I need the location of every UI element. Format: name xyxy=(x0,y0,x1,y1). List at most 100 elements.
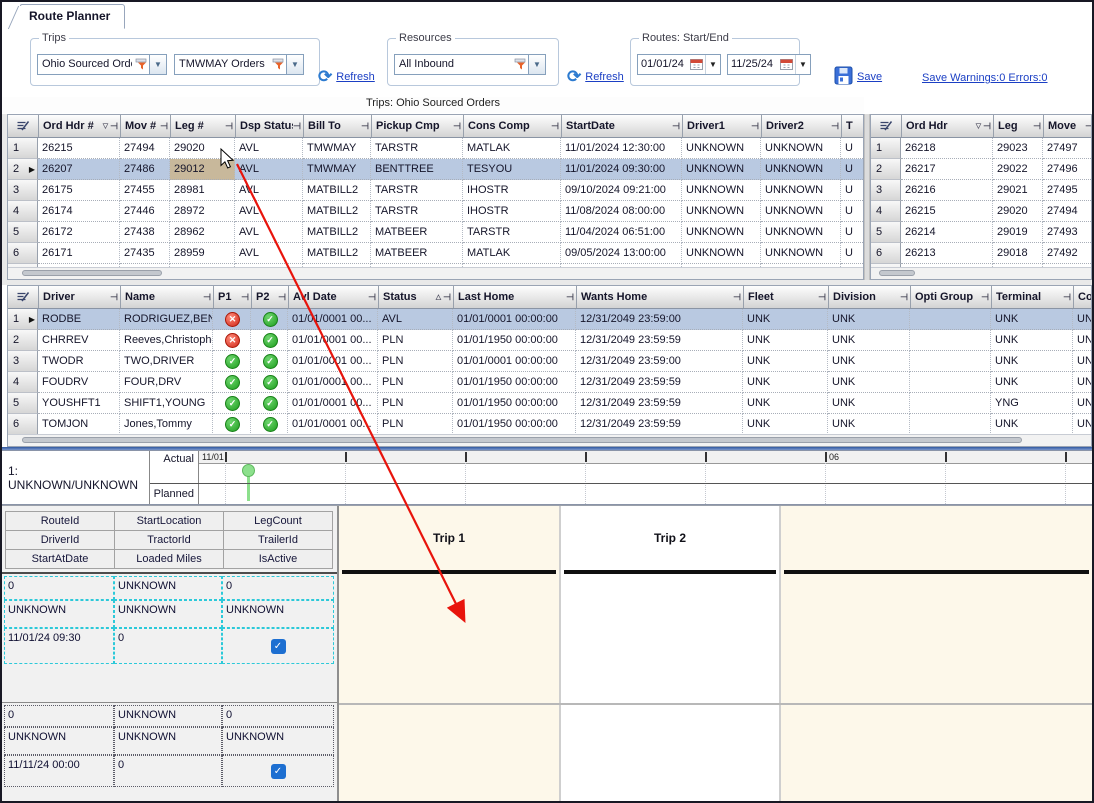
grid-cell[interactable]: FOUR,DRV xyxy=(120,372,213,393)
grid-cell[interactable]: 27438 xyxy=(120,222,170,243)
timeline-area[interactable]: 11/01 06 xyxy=(199,451,1092,504)
grid-cell[interactable]: UNKNOWN xyxy=(761,222,841,243)
grid-cell[interactable]: UNKNOWN xyxy=(761,159,841,180)
grid-cell[interactable]: UNKNOWN xyxy=(682,180,761,201)
grid-cell[interactable] xyxy=(910,372,991,393)
scrollbar-thumb[interactable] xyxy=(22,270,162,276)
grid-cell[interactable]: 01/01/0001 00:00:00 xyxy=(453,309,576,330)
loaded-miles-cell[interactable]: 0 xyxy=(114,755,222,787)
tractor-id-cell[interactable]: UNKNOWN xyxy=(114,727,222,755)
grid-cell[interactable]: UNK xyxy=(1073,372,1091,393)
grid-cell[interactable]: UNK xyxy=(1073,309,1091,330)
driver-id-cell[interactable]: UNKNOWN xyxy=(4,727,114,755)
grid-cell[interactable]: 27496 xyxy=(1043,159,1091,180)
grid-cell[interactable]: UNK xyxy=(743,372,828,393)
grid-cell[interactable]: UNK xyxy=(1073,393,1091,414)
column-header-ord-hdr-[interactable]: Ord Hdr #▽⊣ xyxy=(39,115,121,137)
row-selector[interactable]: 1▶ xyxy=(8,309,38,330)
grid-cell[interactable]: 11/08/2024 08:00:00 xyxy=(561,201,682,222)
grid-cell[interactable]: UNKNOWN xyxy=(761,138,841,159)
grid-cell[interactable]: AVL xyxy=(235,138,303,159)
grid-row[interactable]: 2262172902227496 xyxy=(871,159,1091,180)
grid-cell[interactable]: YOUSHFT1 xyxy=(38,393,120,414)
grid-cell[interactable]: ✓ xyxy=(251,414,288,435)
loaded-miles-cell[interactable]: 0 xyxy=(114,628,222,664)
trip-1-column[interactable]: Trip 1 xyxy=(339,506,559,801)
grid-row[interactable]: 5YOUSHFT1SHIFT1,YOUNG✓✓01/01/0001 00...P… xyxy=(8,393,1091,414)
grid-cell[interactable]: 12/31/2049 23:59:59 xyxy=(576,414,743,435)
grid-cell[interactable]: UNKNOWN xyxy=(682,201,761,222)
save-icon[interactable] xyxy=(834,66,853,88)
column-header-opti-group[interactable]: Opti Group⊣ xyxy=(911,286,992,308)
start-location-cell[interactable]: UNKNOWN xyxy=(114,576,222,600)
calendar-icon[interactable] xyxy=(688,58,705,70)
grid-cell[interactable]: 29022 xyxy=(993,159,1043,180)
leg-count-cell[interactable]: 0 xyxy=(222,576,334,600)
grid-row[interactable]: 4261742744628972AVLMATBILL2TARSTRIHOSTR1… xyxy=(8,201,863,222)
route-start-date-input[interactable]: 01/01/24 ▼ xyxy=(637,54,721,75)
grid-cell[interactable]: 26171 xyxy=(38,243,120,264)
grid-cell[interactable]: ✓ xyxy=(213,414,251,435)
grid-cell[interactable]: UNK xyxy=(743,393,828,414)
grid-cell[interactable]: UNK xyxy=(828,372,910,393)
column-header-pickup-cmp[interactable]: Pickup Cmp⊣ xyxy=(372,115,464,137)
row-selector[interactable]: 6 xyxy=(8,414,38,435)
column-header-driver[interactable]: Driver⊣ xyxy=(39,286,121,308)
grid-cell[interactable]: 28981 xyxy=(170,180,235,201)
grid-cell[interactable]: 27494 xyxy=(120,138,170,159)
is-active-checkbox[interactable]: ✓ xyxy=(271,764,286,779)
grid-cell[interactable]: PLN xyxy=(378,372,453,393)
grid-cell[interactable]: 26175 xyxy=(38,180,120,201)
row-selector[interactable]: 4 xyxy=(871,201,901,222)
grid-cell[interactable]: UNKNOWN xyxy=(682,138,761,159)
horizontal-scrollbar[interactable] xyxy=(8,434,1091,446)
row-selector[interactable]: 2 xyxy=(871,159,901,180)
grid-cell[interactable]: 27492 xyxy=(1043,243,1091,264)
trip-2-column[interactable]: Trip 2 xyxy=(561,506,779,801)
grid-cell[interactable]: MATBILL2 xyxy=(303,201,371,222)
start-location-cell[interactable]: UNKNOWN xyxy=(114,705,222,727)
grid-cell[interactable]: ✓ xyxy=(251,393,288,414)
column-header-status[interactable]: Status△⊣ xyxy=(379,286,454,308)
grid-cell[interactable]: ✓ xyxy=(251,351,288,372)
grid-cell[interactable]: TMWMAY xyxy=(303,138,371,159)
grid-cell[interactable]: MATBEER xyxy=(371,243,463,264)
grid-cell[interactable]: 26215 xyxy=(901,201,993,222)
grid-cell[interactable]: PLN xyxy=(378,351,453,372)
start-at-date-cell[interactable]: 11/11/24 00:00 xyxy=(4,755,114,787)
column-header-cons-comp[interactable]: Cons Comp⊣ xyxy=(464,115,562,137)
grid-cell[interactable]: UNK xyxy=(1073,414,1091,435)
grid-cell[interactable]: UNK xyxy=(1073,330,1091,351)
grid-cell[interactable]: MATBEER xyxy=(371,222,463,243)
grid-row[interactable]: 6261712743528959AVLMATBILL2MATBEERMATLAK… xyxy=(8,243,863,264)
column-header-t[interactable]: T⊣ xyxy=(842,115,863,137)
grid-cell[interactable]: UNKNOWN xyxy=(761,180,841,201)
row-selector-header[interactable] xyxy=(871,115,902,137)
grid-cell[interactable]: MATBILL2 xyxy=(303,222,371,243)
column-header-startdate[interactable]: StartDate⊣ xyxy=(562,115,683,137)
grid-cell[interactable]: 28962 xyxy=(170,222,235,243)
trailer-id-cell[interactable]: UNKNOWN xyxy=(222,600,334,628)
grid-row[interactable]: 1▶RODBERODRIGUEZ,BEN...✕✓01/01/0001 00..… xyxy=(8,309,1091,330)
grid-cell[interactable]: 27495 xyxy=(1043,180,1091,201)
grid-cell[interactable]: 27486 xyxy=(120,159,170,180)
grid-cell[interactable]: 01/01/0001 00:00:00 xyxy=(453,351,576,372)
column-header-move[interactable]: Move⊣ xyxy=(1044,115,1091,137)
grid-cell[interactable]: PLN xyxy=(378,330,453,351)
refresh-icon[interactable]: ⟳ xyxy=(318,70,332,84)
grid-cell[interactable]: 27446 xyxy=(120,201,170,222)
grid-cell[interactable]: UNKNOWN xyxy=(761,243,841,264)
grid-row[interactable]: 3TWODRTWO,DRIVER✓✓01/01/0001 00...PLN01/… xyxy=(8,351,1091,372)
grid-cell[interactable]: UNK xyxy=(828,414,910,435)
grid-cell[interactable]: ✕ xyxy=(213,309,251,330)
grid-cell[interactable]: TMWMAY xyxy=(303,159,371,180)
grid-row[interactable]: 4262152902027494 xyxy=(871,201,1091,222)
grid-cell[interactable]: UNK xyxy=(828,330,910,351)
is-active-checkbox[interactable]: ✓ xyxy=(271,639,286,654)
grid-cell[interactable]: UNK xyxy=(1073,351,1091,372)
grid-row[interactable]: 4FOUDRVFOUR,DRV✓✓01/01/0001 00...PLN01/0… xyxy=(8,372,1091,393)
grid-row[interactable]: 1262152749429020AVLTMWMAYTARSTRMATLAK11/… xyxy=(8,138,863,159)
scrollbar-thumb[interactable] xyxy=(879,270,915,276)
grid-cell[interactable]: 26215 xyxy=(38,138,120,159)
grid-cell[interactable]: AVL xyxy=(378,309,453,330)
